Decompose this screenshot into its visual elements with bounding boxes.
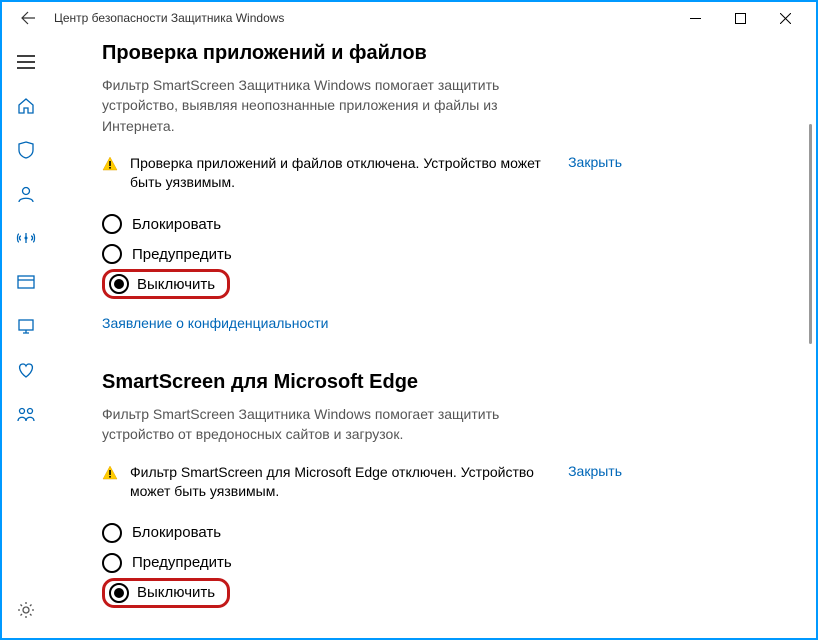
radio-off[interactable]: Выключить — [102, 269, 776, 299]
window-controls — [673, 2, 808, 34]
arrow-left-icon — [20, 10, 36, 26]
minimize-button[interactable] — [673, 2, 718, 34]
nav-app-browser-control[interactable] — [2, 260, 50, 304]
content-area: Проверка приложений и файлов Фильтр Smar… — [50, 34, 816, 638]
radio-label: Блокировать — [132, 524, 221, 541]
back-button[interactable] — [8, 2, 48, 34]
radio-off[interactable]: Выключить — [102, 578, 776, 608]
nav-firewall[interactable] — [2, 216, 50, 260]
window-body: Проверка приложений и файлов Фильтр Smar… — [2, 34, 816, 638]
radio-label: Предупредить — [132, 554, 232, 571]
nav-home[interactable] — [2, 84, 50, 128]
highlight-annotation: Выключить — [102, 578, 230, 608]
section-description: Фильтр SmartScreen Защитника Windows пом… — [102, 404, 542, 445]
radio-label: Выключить — [137, 584, 215, 601]
section-edge: SmartScreen для Microsoft Edge Фильтр Sm… — [102, 371, 776, 608]
maximize-icon — [735, 13, 746, 24]
app-window: Центр безопасности Защитника Windows — [0, 0, 818, 640]
radio-label: Выключить — [137, 276, 215, 293]
device-icon — [16, 316, 36, 336]
radio-block[interactable]: Блокировать — [102, 209, 776, 239]
section-apps-files: Проверка приложений и файлов Фильтр Smar… — [102, 42, 776, 331]
radio-label: Предупредить — [132, 246, 232, 263]
warning-text: Фильтр SmartScreen для Microsoft Edge от… — [130, 463, 556, 502]
warning-close-link[interactable]: Закрыть — [568, 154, 622, 170]
nav-virus-protection[interactable] — [2, 128, 50, 172]
minimize-icon — [690, 13, 701, 24]
section-heading: SmartScreen для Microsoft Edge — [102, 371, 776, 394]
radio-warn[interactable]: Предупредить — [102, 239, 776, 269]
section-description: Фильтр SmartScreen Защитника Windows пом… — [102, 75, 542, 136]
radio-icon — [102, 244, 122, 264]
highlight-annotation: Выключить — [102, 269, 230, 299]
person-icon — [16, 184, 36, 204]
nav-family-options[interactable] — [2, 392, 50, 436]
sidebar — [2, 34, 50, 638]
privacy-link[interactable]: Заявление о конфиденциальности — [102, 315, 776, 331]
shield-icon — [16, 140, 36, 160]
radio-label: Блокировать — [132, 216, 221, 233]
radio-icon — [102, 214, 122, 234]
radio-icon — [102, 523, 122, 543]
warning-row: Фильтр SmartScreen для Microsoft Edge от… — [102, 463, 622, 502]
nav-device-performance[interactable] — [2, 348, 50, 392]
radio-block[interactable]: Блокировать — [102, 518, 776, 548]
radio-warn[interactable]: Предупредить — [102, 548, 776, 578]
close-button[interactable] — [763, 2, 808, 34]
section-heading: Проверка приложений и файлов — [102, 42, 776, 65]
close-icon — [780, 13, 791, 24]
heart-icon — [16, 360, 36, 380]
radio-icon — [109, 274, 129, 294]
warning-text: Проверка приложений и файлов отключена. … — [130, 154, 556, 193]
hamburger-button[interactable] — [2, 40, 50, 84]
warning-icon — [102, 156, 118, 172]
gear-icon — [16, 600, 36, 620]
radio-group-edge: Блокировать Предупредить Выключить — [102, 518, 776, 608]
window-icon — [16, 272, 36, 292]
radio-group-apps: Блокировать Предупредить Выключить — [102, 209, 776, 299]
radio-icon — [109, 583, 129, 603]
window-title: Центр безопасности Защитника Windows — [48, 11, 673, 25]
home-icon — [16, 96, 36, 116]
warning-close-link[interactable]: Закрыть — [568, 463, 622, 479]
titlebar: Центр безопасности Защитника Windows — [2, 2, 816, 34]
radio-icon — [102, 553, 122, 573]
nav-settings[interactable] — [2, 588, 50, 632]
warning-icon — [102, 465, 118, 481]
maximize-button[interactable] — [718, 2, 763, 34]
network-icon — [16, 228, 36, 248]
nav-device-security[interactable] — [2, 304, 50, 348]
hamburger-icon — [17, 55, 35, 69]
scrollbar-thumb[interactable] — [809, 124, 812, 344]
warning-row: Проверка приложений и файлов отключена. … — [102, 154, 622, 193]
nav-account-protection[interactable] — [2, 172, 50, 216]
family-icon — [16, 404, 36, 424]
